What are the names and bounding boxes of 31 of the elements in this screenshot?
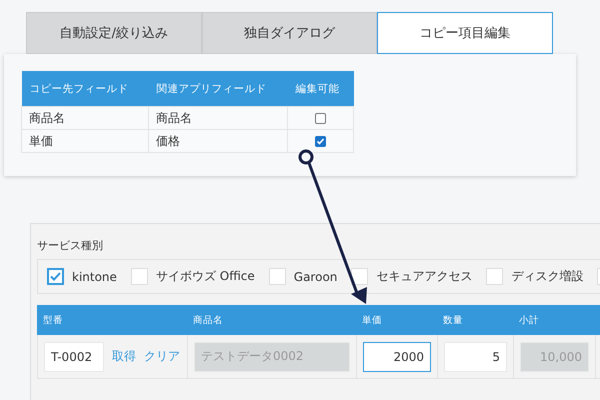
input-field: 10,000 [520, 342, 589, 372]
input-field[interactable]: T-0002 [44, 342, 104, 372]
column-header: 関連アプリフィールド [148, 71, 288, 106]
checkbox-label: Garoon [294, 270, 338, 284]
check-icon [50, 272, 61, 281]
input-field[interactable]: 2000 [363, 342, 431, 372]
checkbox-label: ディスク増設 [511, 268, 584, 285]
table-cell: 商品名 [148, 106, 288, 130]
column-header: 商品名 [192, 314, 224, 326]
check-icon [316, 137, 325, 146]
column-header: 型番 [42, 314, 64, 326]
tab[interactable]: 自動設定/絞り込み [26, 12, 202, 54]
checkbox[interactable] [314, 136, 326, 148]
column-header: 単価 [361, 314, 383, 326]
tab[interactable]: コピー項目編集 [377, 12, 554, 54]
input-field[interactable]: 5 [444, 342, 507, 372]
checkbox-label: kintone [72, 270, 117, 284]
column-header: 小計 [518, 314, 540, 326]
tab[interactable]: 独自ダイアログ [202, 12, 378, 54]
checkbox-label: セキュアアクセス [376, 268, 472, 285]
table-cell: 価格 [148, 130, 288, 152]
column-header: 数量 [442, 314, 464, 326]
table-cell: 単価 [22, 130, 148, 152]
field-label: サービス種別 [37, 238, 104, 253]
checkbox-label: サイボウズ Office [156, 268, 255, 285]
table-cell: 商品名 [22, 106, 148, 130]
column-header: 編集可能 [287, 71, 354, 106]
checkbox[interactable] [314, 113, 326, 124]
column-header: コピー先フィールド [22, 71, 148, 106]
checkbox[interactable] [47, 268, 64, 285]
input-field: テストデータ0002 [194, 342, 350, 372]
